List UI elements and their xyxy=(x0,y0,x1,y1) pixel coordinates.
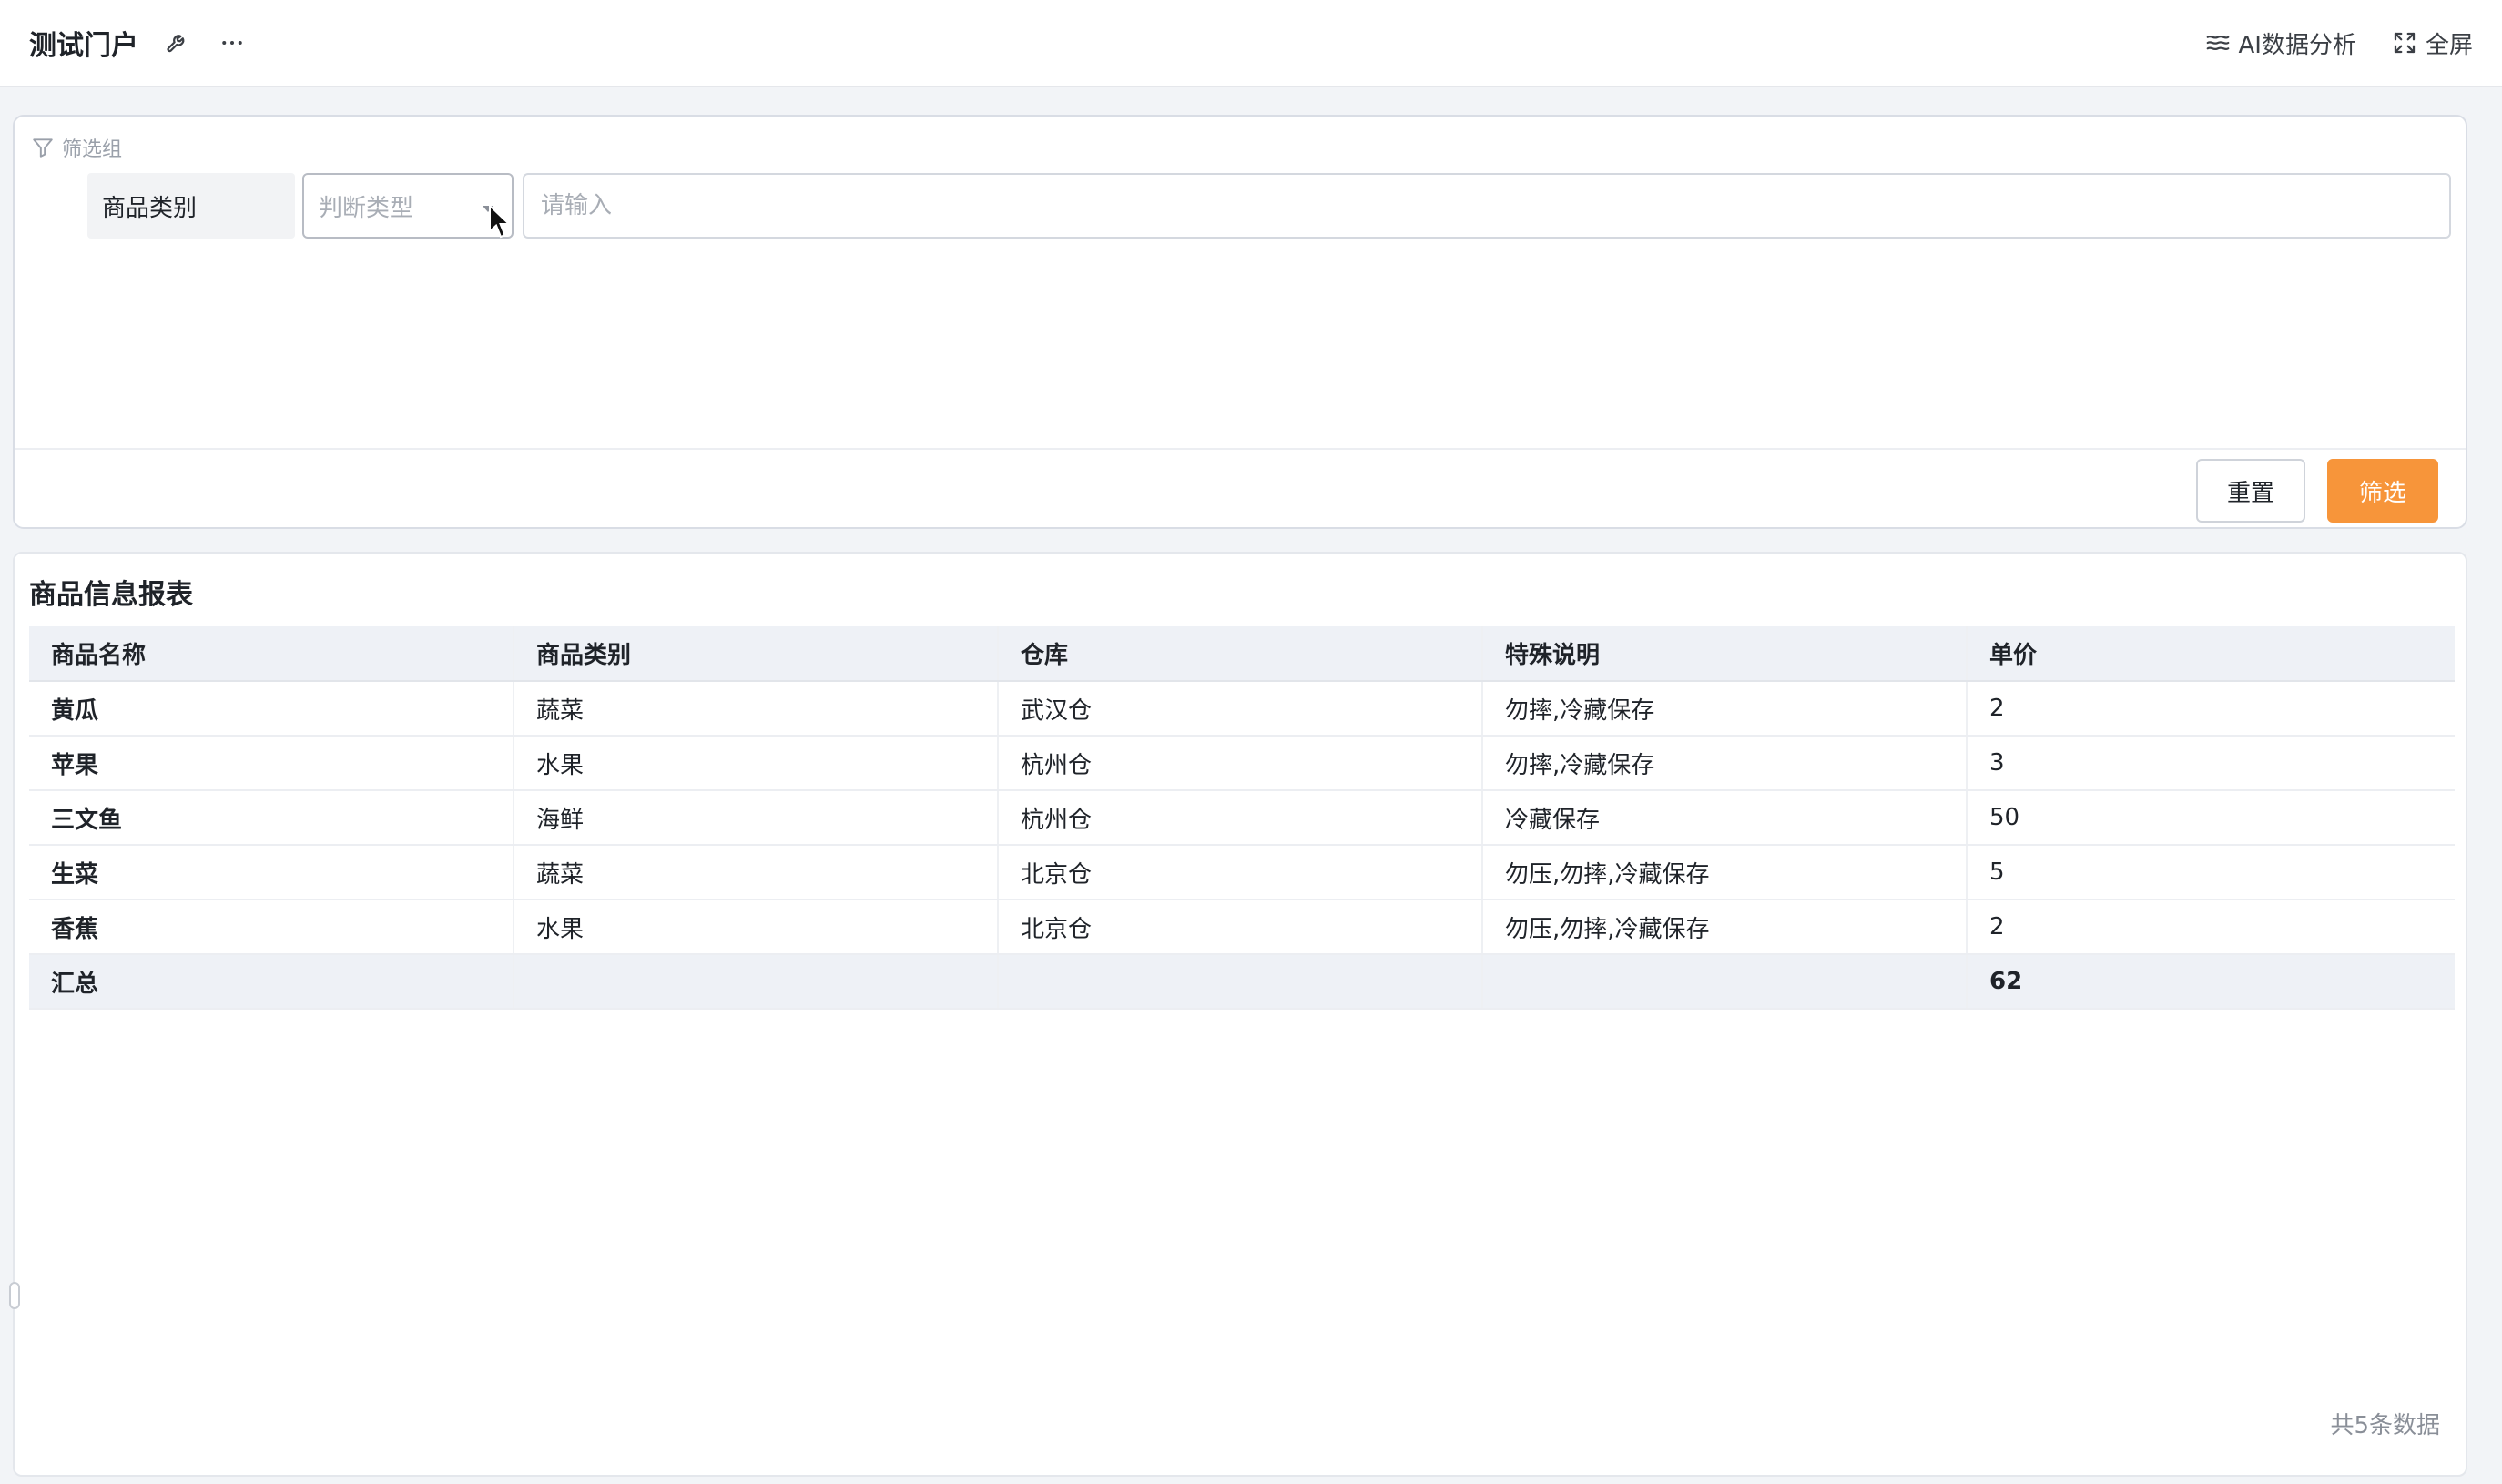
table-row: 香蕉 水果 北京仓 勿压,勿摔,冷藏保存 2 xyxy=(29,900,2455,955)
table-cell: 北京仓 xyxy=(998,845,1483,900)
condition-field-label: 商品类别 xyxy=(87,173,295,239)
table-cell: 黄瓜 xyxy=(29,681,514,737)
filter-group-label: 筛选组 xyxy=(62,138,123,161)
table-row: 苹果 水果 杭州仓 勿摔,冷藏保存 3 xyxy=(29,736,2455,791)
table-cell: 水果 xyxy=(514,736,999,791)
table-cell xyxy=(998,954,1483,1010)
condition-type-select[interactable]: 判断类型 xyxy=(302,173,514,239)
record-count: 共5条数据 xyxy=(2330,1412,2440,1439)
condition-type-placeholder: 判断类型 xyxy=(319,194,414,222)
table-row: 生菜 蔬菜 北京仓 勿压,勿摔,冷藏保存 5 xyxy=(29,845,2455,900)
table-row: 黄瓜 蔬菜 武汉仓 勿摔,冷藏保存 2 xyxy=(29,681,2455,737)
table-cell: 勿压,勿摔,冷藏保存 xyxy=(1482,845,1968,900)
condition-value-input[interactable] xyxy=(523,173,2451,239)
total-value: 62 xyxy=(1967,954,2455,1010)
fullscreen-icon xyxy=(2394,32,2416,54)
table-cell: 勿摔,冷藏保存 xyxy=(1482,736,1968,791)
table-header-row: 商品名称 商品类别 仓库 特殊说明 单价 xyxy=(29,626,2455,682)
table-cell xyxy=(1482,954,1968,1010)
table-cell: 冷藏保存 xyxy=(1482,790,1968,846)
table-cell: 海鲜 xyxy=(514,790,999,846)
table-cell xyxy=(514,954,999,1010)
table-cell: 蔬菜 xyxy=(514,681,999,737)
collapse-handle[interactable] xyxy=(9,1282,20,1309)
table-cell: 蔬菜 xyxy=(514,845,999,900)
filter-submit-button[interactable]: 筛选 xyxy=(2327,459,2438,523)
table-cell: 香蕉 xyxy=(29,900,514,955)
table-cell: 武汉仓 xyxy=(998,681,1483,737)
report-title: 商品信息报表 xyxy=(29,579,193,611)
table-cell: 生菜 xyxy=(29,845,514,900)
table-cell: 北京仓 xyxy=(998,900,1483,955)
column-header[interactable]: 商品名称 xyxy=(29,626,514,682)
column-header[interactable]: 单价 xyxy=(1967,626,2455,682)
fullscreen-label: 全屏 xyxy=(2425,31,2473,59)
fullscreen-button[interactable]: 全屏 xyxy=(2391,26,2473,60)
filter-divider xyxy=(15,448,2466,450)
table-cell: 5 xyxy=(1967,845,2455,900)
top-header: 测试门户 AI数据分析 全屏 xyxy=(0,0,2502,87)
report-table: 商品名称 商品类别 仓库 特殊说明 单价 黄瓜 蔬菜 武汉仓 勿摔,冷藏保存 2… xyxy=(29,626,2455,1010)
column-header[interactable]: 商品类别 xyxy=(514,626,999,682)
filter-panel: 筛选组 商品类别 判断类型 重置 筛选 xyxy=(13,115,2467,529)
mouse-cursor-icon xyxy=(489,204,512,239)
wrench-icon[interactable] xyxy=(162,27,193,58)
table-cell: 50 xyxy=(1967,790,2455,846)
table-cell: 杭州仓 xyxy=(998,790,1483,846)
table-cell: 杭州仓 xyxy=(998,736,1483,791)
table-cell: 水果 xyxy=(514,900,999,955)
column-header[interactable]: 特殊说明 xyxy=(1482,626,1968,682)
portal-title: 测试门户 xyxy=(29,30,138,62)
more-icon[interactable] xyxy=(217,27,248,58)
table-row: 三文鱼 海鲜 杭州仓 冷藏保存 50 xyxy=(29,790,2455,846)
table-cell: 2 xyxy=(1967,900,2455,955)
table-cell: 勿摔,冷藏保存 xyxy=(1482,681,1968,737)
ai-analysis-button[interactable]: AI数据分析 xyxy=(2204,26,2356,60)
filter-group-header: 筛选组 xyxy=(31,133,122,162)
column-header[interactable]: 仓库 xyxy=(998,626,1483,682)
ai-analysis-label: AI数据分析 xyxy=(2238,31,2356,59)
header-right: AI数据分析 全屏 xyxy=(2204,26,2473,60)
table-cell: 三文鱼 xyxy=(29,790,514,846)
table-cell: 勿压,勿摔,冷藏保存 xyxy=(1482,900,1968,955)
table-total-row: 汇总 62 xyxy=(29,954,2455,1010)
filter-icon xyxy=(33,138,53,158)
total-label: 汇总 xyxy=(29,954,514,1010)
report-panel: 商品信息报表 商品名称 商品类别 仓库 特殊说明 单价 黄瓜 蔬菜 武汉仓 勿摔… xyxy=(9,552,2467,1477)
ai-analysis-icon xyxy=(2206,35,2229,51)
table-cell: 3 xyxy=(1967,736,2455,791)
table-cell: 苹果 xyxy=(29,736,514,791)
reset-button[interactable]: 重置 xyxy=(2196,459,2305,523)
header-left: 测试门户 xyxy=(29,23,248,63)
table-cell: 2 xyxy=(1967,681,2455,737)
